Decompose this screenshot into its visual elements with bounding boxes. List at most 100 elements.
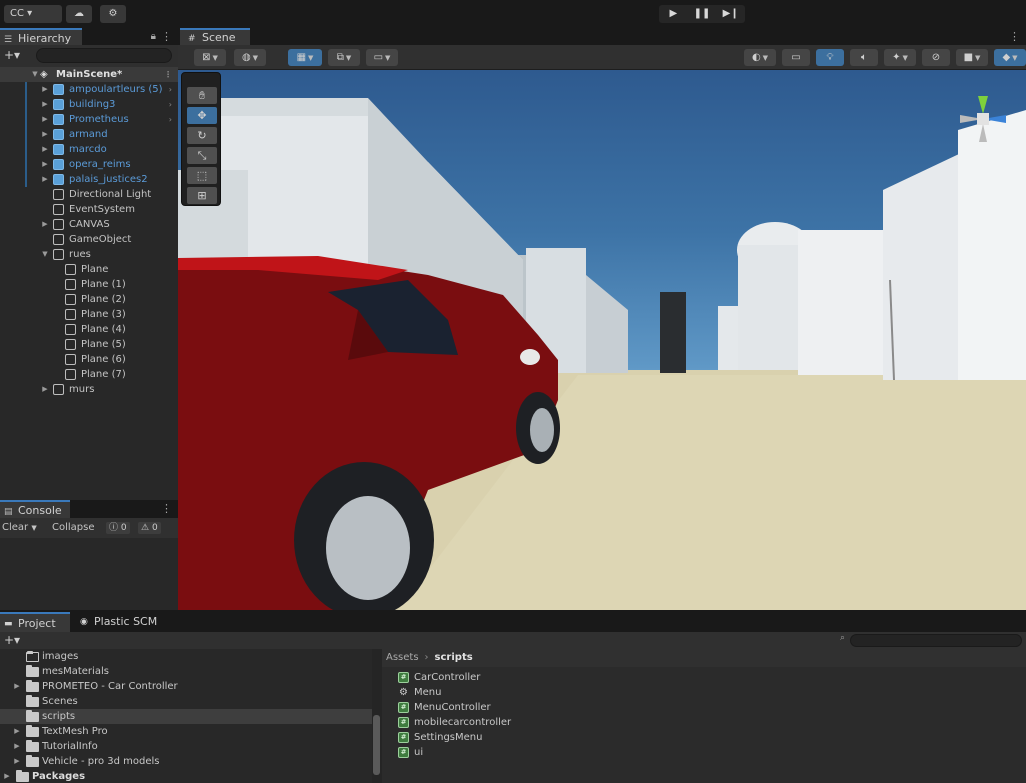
hierarchy-item[interactable]: Plane (5) xyxy=(0,337,178,352)
chevron-right-icon[interactable]: ▶ xyxy=(40,97,50,112)
breadcrumb-root[interactable]: Assets xyxy=(386,652,419,663)
hierarchy-item[interactable]: ▶ opera_reims xyxy=(0,157,178,172)
hierarchy-item[interactable]: ▶ Prometheus › xyxy=(0,112,178,127)
grid-snap-dropdown[interactable]: ▦ ▼ xyxy=(288,49,322,66)
pause-button[interactable]: ❚❚ xyxy=(688,5,717,23)
lighting-toggle[interactable]: 💡︎ xyxy=(816,49,844,66)
snap-increment-dropdown[interactable]: ⧉ ▼ xyxy=(328,49,360,66)
chevron-right-icon[interactable]: ▶ xyxy=(40,82,50,97)
hierarchy-item[interactable]: Plane (4) xyxy=(0,322,178,337)
chevron-right-icon[interactable]: ▶ xyxy=(12,739,22,754)
chevron-right-icon[interactable]: › xyxy=(169,97,172,112)
chevron-right-icon[interactable]: ▶ xyxy=(40,112,50,127)
hand-tool-button[interactable]: ✋︎ xyxy=(187,87,217,104)
chevron-right-icon[interactable]: ▶ xyxy=(12,679,22,694)
camera-dropdown[interactable]: ■ ▼ xyxy=(956,49,988,66)
hierarchy-item[interactable]: EventSystem xyxy=(0,202,178,217)
tab-plastic-scm[interactable]: ◉ Plastic SCM xyxy=(76,612,166,632)
more-menu-icon[interactable]: ⋮ xyxy=(1009,28,1020,45)
rotate-tool-button[interactable]: ↻ xyxy=(187,127,217,144)
folder-label: mesMaterials xyxy=(42,666,109,677)
create-asset-button[interactable]: +▾ xyxy=(4,632,20,649)
chevron-down-icon[interactable]: ▼ xyxy=(40,247,50,262)
more-menu-icon[interactable]: ⋮ xyxy=(161,500,172,517)
audio-toggle[interactable]: 🔈︎ xyxy=(850,49,878,66)
global-dropdown[interactable]: ◍ ▼ xyxy=(234,49,266,66)
hierarchy-item[interactable]: ▶ CANVAS xyxy=(0,217,178,232)
tab-console[interactable]: ▤ Console xyxy=(0,500,70,518)
hierarchy-item[interactable]: ▶ armand xyxy=(0,127,178,142)
gizmos-dropdown[interactable]: ◆ ▼ xyxy=(994,49,1026,66)
draw-mode-dropdown[interactable]: ◐ ▼ xyxy=(744,49,776,66)
chevron-right-icon[interactable]: ▶ xyxy=(40,217,50,232)
hierarchy-item[interactable]: Directional Light xyxy=(0,187,178,202)
project-folder-item[interactable]: ▶ PROMETEO - Car Controller xyxy=(0,679,372,694)
hierarchy-item[interactable]: ▶ marcdo xyxy=(0,142,178,157)
chevron-right-icon[interactable]: ▶ xyxy=(40,382,50,397)
chevron-right-icon[interactable]: › xyxy=(169,82,172,97)
more-menu-icon[interactable]: ⋮ xyxy=(164,67,172,82)
scale-tool-button[interactable]: ⤡ xyxy=(187,147,217,164)
chevron-right-icon[interactable]: ▶ xyxy=(2,769,12,783)
chevron-right-icon[interactable]: ▶ xyxy=(40,142,50,157)
project-search-input[interactable] xyxy=(850,634,1022,647)
add-object-button[interactable]: +▾ xyxy=(4,48,20,62)
info-toggle[interactable]: ⓘ 0 xyxy=(106,522,130,534)
hierarchy-item[interactable]: Plane (3) xyxy=(0,307,178,322)
hierarchy-item[interactable]: Plane (2) xyxy=(0,292,178,307)
project-folder-item[interactable]: scripts xyxy=(0,709,372,724)
chevron-right-icon[interactable]: ▶ xyxy=(40,172,50,187)
chevron-right-icon[interactable]: ▶ xyxy=(12,724,22,739)
step-button[interactable]: ▶❙ xyxy=(716,5,745,23)
hierarchy-item[interactable]: GameObject xyxy=(0,232,178,247)
clear-button[interactable]: Clear ▼ xyxy=(2,518,37,538)
chevron-right-icon[interactable]: ▶ xyxy=(40,127,50,142)
transform-tool-button[interactable]: ⊞ xyxy=(187,187,217,204)
play-button[interactable]: ▶ xyxy=(659,5,688,23)
hierarchy-item[interactable]: Plane (6) xyxy=(0,352,178,367)
move-tool-button[interactable]: ✥ xyxy=(187,107,217,124)
console-panel: ▤ Console ⋮ Clear ▼ Collapse ⓘ 0 ⚠ 0 xyxy=(0,500,178,610)
chevron-right-icon[interactable]: ▶ xyxy=(40,157,50,172)
hierarchy-item[interactable]: ▶ palais_justices2 xyxy=(0,172,178,187)
rect-tool-button[interactable]: ⬚ xyxy=(187,167,217,184)
more-menu-icon[interactable]: ⋮ xyxy=(161,28,172,45)
project-folder-item[interactable]: ▶ Packages xyxy=(0,769,372,783)
2d-toggle[interactable]: ▭ xyxy=(782,49,810,66)
hierarchy-search-input[interactable] xyxy=(36,48,172,63)
hidden-objects-toggle[interactable]: ⊘ xyxy=(922,49,950,66)
hierarchy-item[interactable]: ▶ ampoulartleurs (5) › xyxy=(0,82,178,97)
effects-dropdown[interactable]: ✦ ▼ xyxy=(884,49,916,66)
warning-toggle[interactable]: ⚠ 0 xyxy=(138,522,161,534)
hierarchy-item[interactable]: Plane xyxy=(0,262,178,277)
breadcrumb-current[interactable]: scripts xyxy=(435,652,473,663)
hierarchy-item[interactable]: Plane (7) xyxy=(0,367,178,382)
hierarchy-item[interactable]: ▶ building3 › xyxy=(0,97,178,112)
hierarchy-item[interactable]: Plane (1) xyxy=(0,277,178,292)
project-folder-item[interactable]: images xyxy=(0,649,372,664)
tab-project[interactable]: ▬ Project xyxy=(0,612,70,632)
project-folder-item[interactable]: ▶ Vehicle - pro 3d models xyxy=(0,754,372,769)
cloud-button[interactable]: ☁ xyxy=(66,5,92,23)
chevron-right-icon[interactable]: ▶ xyxy=(12,754,22,769)
project-folder-item[interactable]: ▶ TutorialInfo xyxy=(0,739,372,754)
project-tree-scroll-thumb[interactable] xyxy=(373,715,380,775)
orientation-gizmo[interactable] xyxy=(948,84,1018,154)
lock-icon[interactable]: 🔒︎ xyxy=(151,28,156,45)
scene-root-row[interactable]: ▼ ◈ MainScene* ⋮ xyxy=(0,67,178,82)
hierarchy-item[interactable]: ▼ rues xyxy=(0,247,178,262)
hierarchy-item[interactable]: ▶ murs xyxy=(0,382,178,397)
services-button[interactable]: ⚙ xyxy=(100,5,126,23)
ruler-dropdown[interactable]: ▭ ▼ xyxy=(366,49,398,66)
pivot-dropdown[interactable]: ⊠ ▼ xyxy=(194,49,226,66)
project-folder-item[interactable]: mesMaterials xyxy=(0,664,372,679)
chevron-right-icon[interactable]: › xyxy=(169,112,172,127)
account-dropdown[interactable]: CC ▾ xyxy=(4,5,62,23)
project-folder-item[interactable]: Scenes xyxy=(0,694,372,709)
tab-hierarchy[interactable]: ☰ Hierarchy xyxy=(0,28,82,45)
tab-scene[interactable]: # Scene xyxy=(180,28,250,45)
scene-viewport[interactable]: ✋︎ ✥ ↻ ⤡ ⬚ ⊞ xyxy=(178,70,1026,610)
collapse-button[interactable]: Collapse xyxy=(52,518,95,538)
project-folder-item[interactable]: ▶ TextMesh Pro xyxy=(0,724,372,739)
chevron-down-icon[interactable]: ▼ xyxy=(30,67,40,82)
